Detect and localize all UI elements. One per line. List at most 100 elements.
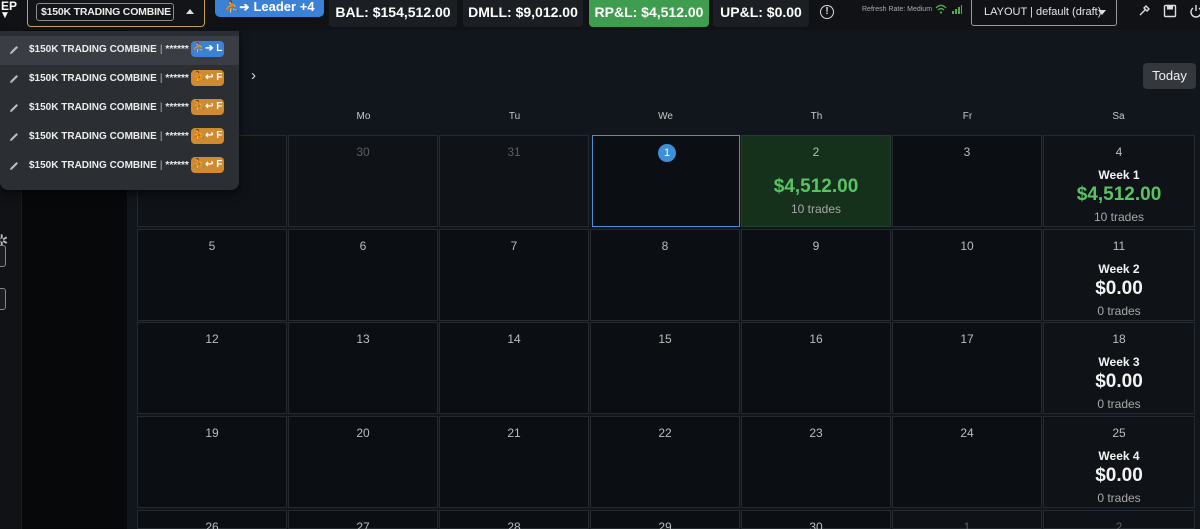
week-trades: 10 trades xyxy=(1093,210,1145,224)
ep-menu[interactable]: EP ▼ xyxy=(0,0,18,28)
calendar-day[interactable]: 31 xyxy=(439,135,589,227)
day-number: 28 xyxy=(507,520,521,529)
calendar-day[interactable]: 7 xyxy=(439,229,589,321)
follower-tag: ⛹↩ F xyxy=(191,157,224,173)
calendar-day[interactable]: 5 xyxy=(137,229,287,321)
day-number: 12 xyxy=(205,332,219,346)
pencil-icon[interactable] xyxy=(8,44,20,56)
side-button[interactable] xyxy=(0,245,6,267)
calendar-day[interactable]: 2 xyxy=(1043,510,1195,529)
leader-button[interactable]: ⛹➔ Leader +4 xyxy=(215,0,324,17)
day-number: 2 xyxy=(1115,520,1123,529)
calendar-day[interactable]: 21 xyxy=(439,416,589,508)
calendar-day[interactable]: 20 xyxy=(288,416,438,508)
week-trades: 0 trades xyxy=(1097,397,1141,411)
chevron-right-icon[interactable]: › xyxy=(251,67,256,84)
save-icon[interactable] xyxy=(1163,4,1177,18)
account-option[interactable]: $150K TRADING COMBINE | ****** ⛹↩ F xyxy=(0,123,239,152)
calendar-day[interactable]: 3 xyxy=(892,135,1042,227)
weekday-header: Mo xyxy=(356,111,371,122)
calendar-day[interactable]: 6 xyxy=(288,229,438,321)
side-button[interactable] xyxy=(0,288,6,310)
calendar-day[interactable]: 8 xyxy=(590,229,740,321)
signal-bars-icon xyxy=(952,5,962,14)
week-summary[interactable]: 18 Week 3 $0.00 0 trades xyxy=(1043,322,1195,414)
account-select-value: $150K TRADING COMBINE | ... xyxy=(36,3,174,21)
calendar-day[interactable]: 30 xyxy=(741,510,891,529)
calendar-day[interactable]: 28 xyxy=(439,510,589,529)
calendar-day-profit[interactable]: 2 $4,512.00 10 trades xyxy=(741,135,891,227)
calendar-day[interactable]: 9 xyxy=(741,229,891,321)
calendar-day[interactable]: 27 xyxy=(288,510,438,529)
calendar-day[interactable]: 15 xyxy=(590,322,740,414)
week-summary[interactable]: 11 Week 2 $0.00 0 trades xyxy=(1043,229,1195,321)
day-number: 14 xyxy=(507,332,521,346)
unrealized-pnl-stat: UP&L: $0.00 xyxy=(713,0,809,27)
week-label: Week 3 xyxy=(1098,355,1140,369)
calendar-day[interactable]: 24 xyxy=(892,416,1042,508)
calendar-day-selected[interactable]: 1 xyxy=(592,135,740,227)
week-pnl: $0.00 xyxy=(1095,278,1143,299)
calendar-day[interactable]: 10 xyxy=(892,229,1042,321)
calendar-day[interactable]: 23 xyxy=(741,416,891,508)
refresh-rate-label: Refresh Rate: Medium xyxy=(862,6,933,13)
day-number: 13 xyxy=(356,332,370,346)
week-trades: 0 trades xyxy=(1097,491,1141,505)
today-button[interactable]: Today xyxy=(1143,63,1196,89)
account-option[interactable]: $150K TRADING COMBINE | ****** ⛹↩ F xyxy=(0,152,239,181)
account-option-label: $150K TRADING COMBINE | ****** xyxy=(29,131,189,142)
weekday-header: Tu xyxy=(508,111,521,122)
calendar-day[interactable]: 19 xyxy=(137,416,287,508)
account-option[interactable]: $150K TRADING COMBINE | ****** ⛹↩ F xyxy=(0,94,239,123)
calendar-day[interactable]: 17 xyxy=(892,322,1042,414)
follower-tag: ⛹↩ F xyxy=(191,70,224,86)
calendar-day[interactable]: 1 xyxy=(892,510,1042,529)
day-number: 16 xyxy=(809,332,823,346)
palette-icon[interactable] xyxy=(1137,4,1151,18)
balance-stat: BAL: $154,512.00 xyxy=(329,0,457,27)
week-summary[interactable]: 4 Week 1 $4,512.00 10 trades xyxy=(1043,135,1195,227)
alert-icon[interactable]: ! xyxy=(820,5,834,19)
week-label: Week 2 xyxy=(1098,262,1140,276)
calendar-day[interactable]: 13 xyxy=(288,322,438,414)
account-option[interactable]: $150K TRADING COMBINE | ****** ⛹➔ L xyxy=(0,36,239,65)
week-summary[interactable]: 25 Week 4 $0.00 0 trades xyxy=(1043,416,1195,508)
account-dropdown: $150K TRADING COMBINE | ****** ⛹➔ L $150K … xyxy=(0,31,239,190)
calendar-day[interactable]: 22 xyxy=(590,416,740,508)
calendar-day[interactable]: 14 xyxy=(439,322,589,414)
caret-up-icon xyxy=(186,9,194,14)
account-select[interactable]: $150K TRADING COMBINE | ... xyxy=(27,0,205,27)
calendar-day[interactable]: 12 xyxy=(137,322,287,414)
week-pnl: $0.00 xyxy=(1095,465,1143,486)
day-number: 20 xyxy=(356,426,370,440)
calendar-day[interactable]: 16 xyxy=(741,322,891,414)
pencil-icon[interactable] xyxy=(8,131,20,143)
copy-follower-icon: ⛹↩ xyxy=(192,159,217,170)
dmll-stat: DMLL: $9,012.00 xyxy=(463,0,583,27)
day-number: 7 xyxy=(510,239,518,253)
day-number: 23 xyxy=(809,426,823,440)
day-number: 17 xyxy=(960,332,974,346)
account-option[interactable]: $150K TRADING COMBINE | ****** ⛹↩ F xyxy=(0,65,239,94)
day-number: 3 xyxy=(963,145,971,159)
day-number: 9 xyxy=(812,239,820,253)
account-option-label: $150K TRADING COMBINE | ****** xyxy=(29,160,189,171)
day-number: 22 xyxy=(658,426,672,440)
day-number: 30 xyxy=(356,145,370,159)
day-number: 18 xyxy=(1112,332,1126,346)
copy-trade-icon: ⛹➔ xyxy=(224,0,250,14)
power-icon[interactable] xyxy=(1189,4,1200,18)
chevron-down-icon: ▼ xyxy=(0,10,10,21)
calendar-day[interactable]: 26 xyxy=(137,510,287,529)
weekday-header: Fr xyxy=(962,111,973,122)
pencil-icon[interactable] xyxy=(8,102,20,114)
week-pnl: $0.00 xyxy=(1095,371,1143,392)
week-trades: 0 trades xyxy=(1097,304,1141,318)
calendar-day[interactable]: 29 xyxy=(590,510,740,529)
pencil-icon[interactable] xyxy=(8,73,20,85)
day-number: 21 xyxy=(507,426,521,440)
layout-select[interactable]: LAYOUT | default (draft) xyxy=(971,0,1117,26)
calendar-day[interactable]: 30 xyxy=(288,135,438,227)
day-number: 25 xyxy=(1112,426,1126,440)
pencil-icon[interactable] xyxy=(8,160,20,172)
